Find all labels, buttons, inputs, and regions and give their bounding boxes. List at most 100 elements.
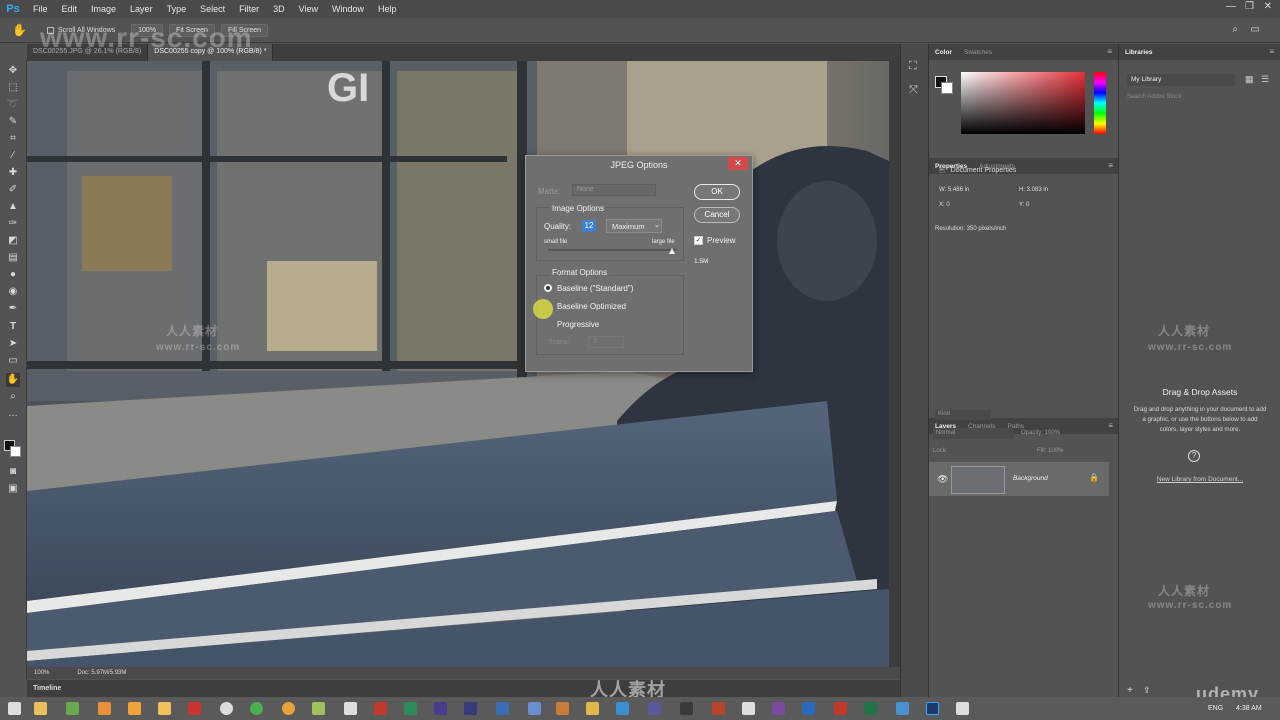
vlc-icon[interactable] (128, 702, 141, 715)
ok-button[interactable]: OK (694, 184, 740, 200)
folder-icon[interactable] (158, 702, 171, 715)
menu-3d[interactable]: 3D (266, 4, 292, 14)
app-icon[interactable] (896, 702, 909, 715)
history-brush-icon[interactable]: ✑ (6, 217, 20, 231)
bg-color-chip[interactable] (941, 82, 953, 94)
start-button-icon[interactable] (8, 702, 21, 715)
list-view-icon[interactable]: ☰ (1261, 74, 1269, 85)
vertical-scrollbar[interactable] (889, 61, 900, 667)
app-icon[interactable] (586, 702, 599, 715)
stock-search-input[interactable]: Search Adobe Stock (1127, 94, 1273, 100)
restore-icon[interactable]: ❐ (1245, 1, 1254, 12)
menu-select[interactable]: Select (193, 4, 232, 14)
hue-slider[interactable] (1094, 72, 1106, 134)
menu-edit[interactable]: Edit (55, 4, 85, 14)
pen-tool-icon[interactable]: ✒ (6, 302, 20, 316)
color-field[interactable] (961, 72, 1085, 134)
library-select[interactable]: My Library (1127, 74, 1235, 86)
app-icon[interactable] (772, 702, 785, 715)
zoom-tool-icon[interactable]: ⌕ (6, 390, 20, 404)
cancel-button[interactable]: Cancel (694, 207, 740, 223)
app-icon[interactable] (556, 702, 569, 715)
shape-tool-icon[interactable]: ▭ (6, 354, 20, 368)
help-icon[interactable]: ? (1188, 450, 1200, 462)
after-effects-icon[interactable] (434, 702, 447, 715)
timeline-panel-tab[interactable]: Timeline (27, 680, 900, 697)
blend-mode-select[interactable]: Normal (933, 428, 1013, 439)
app-icon[interactable] (404, 702, 417, 715)
app-icon[interactable] (98, 702, 111, 715)
upload-icon[interactable]: ⇪ (1143, 685, 1151, 696)
screen-mode-icon[interactable]: ▣ (6, 482, 20, 496)
opacity-field[interactable]: Opacity: 100% (1021, 430, 1060, 436)
stamp-tool-icon[interactable]: ▲ (6, 200, 20, 214)
y-value[interactable]: Y: 0 (1019, 202, 1029, 208)
healing-tool-icon[interactable]: ✚ (6, 166, 20, 180)
close-icon[interactable]: ✕ (1264, 1, 1272, 12)
scans-select[interactable]: 3 (588, 336, 624, 348)
menu-view[interactable]: View (292, 4, 325, 14)
baseline-standard-label[interactable]: Baseline ("Standard") (557, 284, 633, 293)
eyedropper-tool-icon[interactable]: ⁄ (6, 149, 20, 163)
blur-tool-icon[interactable]: ● (6, 268, 20, 282)
fill-field[interactable]: Fill: 100% (1037, 448, 1063, 454)
menu-window[interactable]: Window (325, 4, 371, 14)
eraser-tool-icon[interactable]: ◩ (6, 234, 20, 248)
panel-menu-icon[interactable]: ≡ (1108, 161, 1113, 170)
layer-kind-filter[interactable]: Kind (935, 410, 991, 420)
brush-tool-icon[interactable]: ✐ (6, 183, 20, 197)
tab-libraries[interactable]: Libraries (1119, 49, 1158, 56)
app-icon[interactable] (742, 702, 755, 715)
height-value[interactable]: H: 3.083 in (1019, 187, 1048, 193)
tab-color[interactable]: Color (929, 49, 958, 56)
app-icon[interactable] (802, 702, 815, 715)
premiere-icon[interactable] (464, 702, 477, 715)
quick-select-tool-icon[interactable]: ✎ (6, 115, 20, 129)
photoshop-taskbar-icon[interactable] (926, 702, 939, 715)
panel-menu-icon[interactable]: ≡ (1107, 47, 1112, 56)
app-icon[interactable] (344, 702, 357, 715)
app-icon[interactable] (680, 702, 693, 715)
file-explorer-icon[interactable] (34, 702, 47, 715)
menu-image[interactable]: Image (84, 4, 123, 14)
document-canvas[interactable]: GI (27, 61, 889, 667)
menu-help[interactable]: Help (371, 4, 404, 14)
firefox-icon[interactable] (282, 702, 295, 715)
app-icon[interactable] (220, 702, 233, 715)
tab-swatches[interactable]: Swatches (958, 49, 998, 56)
gradient-tool-icon[interactable]: ▤ (6, 251, 20, 265)
clock[interactable]: 4:38 AM (1236, 705, 1262, 712)
excel-icon[interactable] (864, 702, 877, 715)
marquee-tool-icon[interactable]: ⬚ (6, 81, 20, 95)
history-panel-icon[interactable]: ⛶ (909, 60, 917, 73)
app-icon[interactable] (956, 702, 969, 715)
quality-slider-track[interactable] (548, 249, 676, 251)
quality-slider-handle[interactable] (669, 248, 675, 254)
x-value[interactable]: X: 0 (939, 202, 950, 208)
app-icon[interactable] (496, 702, 509, 715)
app-icon[interactable] (712, 702, 725, 715)
menu-layer[interactable]: Layer (123, 4, 160, 14)
pdf-icon[interactable] (374, 702, 387, 715)
app-icon[interactable] (648, 702, 661, 715)
language-indicator[interactable]: ENG (1208, 705, 1223, 712)
status-zoom[interactable]: 100% (34, 670, 49, 676)
powerpoint-icon[interactable] (834, 702, 847, 715)
new-library-link[interactable]: New Library from Document... (1125, 476, 1275, 483)
quality-input[interactable]: 12 (582, 220, 596, 232)
type-tool-icon[interactable]: T (6, 320, 20, 334)
add-icon[interactable]: + (1127, 685, 1133, 696)
grid-view-icon[interactable]: ▦ (1245, 74, 1254, 85)
lasso-tool-icon[interactable]: ➰ (6, 98, 20, 112)
width-value[interactable]: W: 5.486 in (939, 187, 969, 193)
crop-tool-icon[interactable]: ⌗ (6, 132, 20, 146)
minimize-icon[interactable]: — (1226, 1, 1236, 12)
panel-menu-icon[interactable]: ≡ (1108, 421, 1113, 430)
layer-row-background[interactable]: 👁 Background 🔒 (929, 462, 1109, 496)
preview-checkbox[interactable]: ✓ (694, 236, 703, 245)
app-icon[interactable] (312, 702, 325, 715)
search-icon[interactable]: ⌕ (1232, 24, 1238, 35)
workspace-icon[interactable]: ▭ (1251, 24, 1260, 35)
app-icon[interactable] (616, 702, 629, 715)
menu-file[interactable]: File (26, 4, 55, 14)
